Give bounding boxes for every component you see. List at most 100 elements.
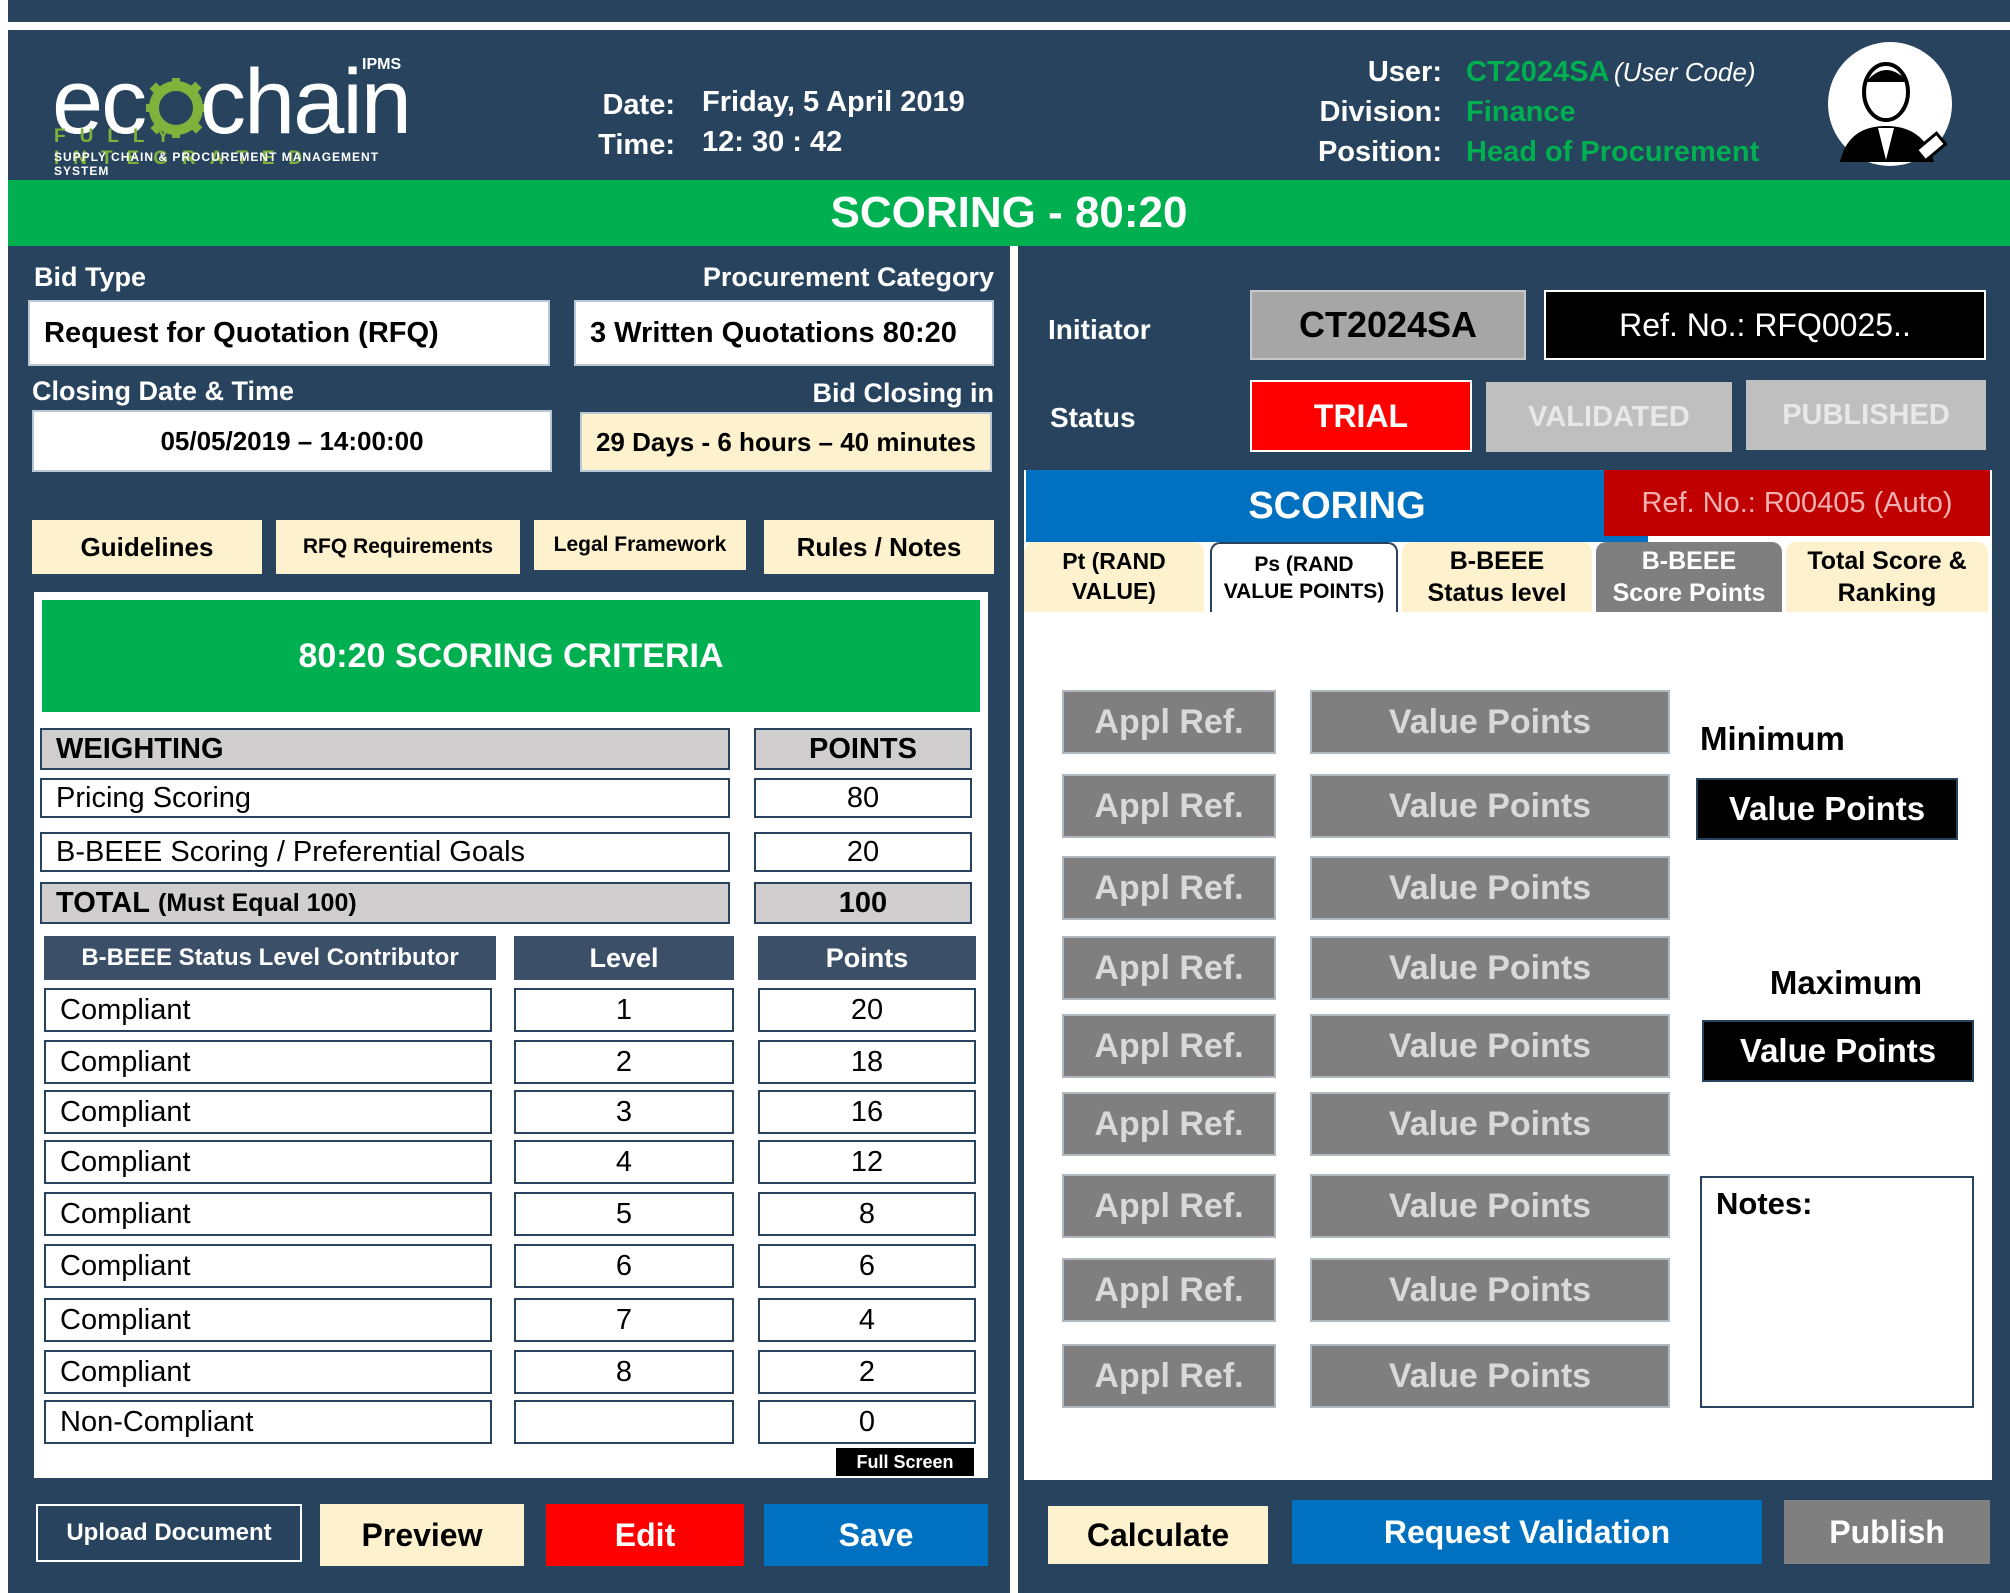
tab-ps-line2: VALUE POINTS) <box>1223 580 1385 603</box>
level-row-points[interactable]: 4 <box>758 1298 976 1342</box>
level-row-label: Compliant <box>44 1090 492 1134</box>
ecochain-logo: ec chain IPMS FULLY INTEGRATED SUPPLY CH… <box>52 56 412 178</box>
logo-subtitle: SUPPLY CHAIN & PROCUREMENT MANAGEMENT SY… <box>54 150 380 178</box>
initiator-value: CT2024SA <box>1250 290 1526 360</box>
value-points-field[interactable]: Value Points <box>1310 1092 1670 1156</box>
bid-closing-countdown: 29 Days - 6 hours – 40 minutes <box>580 412 992 472</box>
level-row-points[interactable]: 8 <box>758 1192 976 1236</box>
level-row-points[interactable]: 20 <box>758 988 976 1032</box>
tab-score-line1: B-BEEE <box>1641 546 1737 575</box>
appl-ref-field[interactable]: Appl Ref. <box>1062 690 1276 754</box>
value-points-field[interactable]: Value Points <box>1310 1174 1670 1238</box>
user-code-value: CT2024SA <box>1466 56 1610 88</box>
level-row-level[interactable]: 2 <box>514 1040 734 1084</box>
status-published-badge[interactable]: PUBLISHED <box>1746 380 1986 450</box>
upload-document-button[interactable]: Upload Document <box>36 1504 302 1562</box>
level-row-points[interactable]: 16 <box>758 1090 976 1134</box>
weight-points-bbeee[interactable]: 20 <box>754 832 972 872</box>
ref-no-display: Ref. No.: RFQ0025.. <box>1544 290 1986 360</box>
level-row-points[interactable]: 0 <box>758 1400 976 1444</box>
tab-total-line1: Total Score & <box>1807 546 1967 575</box>
notes-box[interactable]: Notes: <box>1700 1176 1974 1408</box>
appl-ref-field[interactable]: Appl Ref. <box>1062 1258 1276 1322</box>
scoring-title: SCORING <box>1026 470 1648 542</box>
appl-ref-field[interactable]: Appl Ref. <box>1062 1174 1276 1238</box>
preview-button[interactable]: Preview <box>320 1504 524 1566</box>
level-row-points[interactable]: 12 <box>758 1140 976 1184</box>
value-points-field[interactable]: Value Points <box>1310 774 1670 838</box>
tab-pt-line2: VALUE) <box>1072 578 1156 604</box>
status-trial-badge[interactable]: TRIAL <box>1250 380 1472 452</box>
weighting-header: WEIGHTING <box>40 728 730 770</box>
position-value: Head of Procurement <box>1466 136 1760 168</box>
calculate-button[interactable]: Calculate <box>1048 1506 1268 1564</box>
closing-label: Closing Date & Time <box>32 376 295 406</box>
level-row-label: Compliant <box>44 1298 492 1342</box>
user-code: CT2024SA (User Code) <box>1466 56 1756 89</box>
proc-category-field[interactable]: 3 Written Quotations 80:20 <box>574 300 994 366</box>
scoring-ref-no: Ref. No.: R00405 (Auto) <box>1604 470 1990 536</box>
appl-ref-field[interactable]: Appl Ref. <box>1062 774 1276 838</box>
level-row-points[interactable]: 18 <box>758 1040 976 1084</box>
avatar[interactable] <box>1826 40 1954 174</box>
tab-bbeee-score-points[interactable]: B-BEEE Score Points <box>1596 542 1782 612</box>
maximum-label: Maximum <box>1769 964 1923 1001</box>
bid-type-label: Bid Type <box>34 262 147 292</box>
appl-ref-field[interactable]: Appl Ref. <box>1062 1092 1276 1156</box>
level-row-label: Compliant <box>44 1350 492 1394</box>
value-points-field[interactable]: Value Points <box>1310 856 1670 920</box>
page-title: SCORING - 80:20 <box>8 180 2010 246</box>
closing-date-field[interactable]: 05/05/2019 – 14:00:00 <box>32 410 552 472</box>
appl-ref-field[interactable]: Appl Ref. <box>1062 856 1276 920</box>
full-screen-button[interactable]: Full Screen <box>836 1448 974 1476</box>
level-row-level[interactable]: 5 <box>514 1192 734 1236</box>
weight-points-pricing[interactable]: 80 <box>754 778 972 818</box>
tab-status-line1: B-BEEE <box>1449 546 1545 575</box>
tab-pt-line1: Pt (RAND <box>1062 548 1166 575</box>
value-points-field[interactable]: Value Points <box>1310 1258 1670 1322</box>
bid-closing-label: Bid Closing in <box>812 378 995 408</box>
tab-ps-rand-value-points[interactable]: Ps (RAND VALUE POINTS) <box>1210 542 1398 612</box>
user-label: User: <box>1367 56 1442 88</box>
level-row-level[interactable]: 1 <box>514 988 734 1032</box>
level-row-level[interactable]: 4 <box>514 1140 734 1184</box>
status-points-header: Points <box>758 936 976 980</box>
tab-bbeee-status-level[interactable]: B-BEEE Status level <box>1402 542 1592 612</box>
appl-ref-field[interactable]: Appl Ref. <box>1062 936 1276 1000</box>
tab-total-score-ranking[interactable]: Total Score & Ranking <box>1786 542 1988 612</box>
user-code-note: (User Code) <box>1613 57 1756 87</box>
appl-ref-field[interactable]: Appl Ref. <box>1062 1344 1276 1408</box>
value-points-field[interactable]: Value Points <box>1310 1344 1670 1408</box>
level-row-points[interactable]: 6 <box>758 1244 976 1288</box>
bid-type-field[interactable]: Request for Quotation (RFQ) <box>28 300 550 366</box>
time-value: 12: 30 : 42 <box>702 126 843 158</box>
tab-pt-rand-value[interactable]: Pt (RAND VALUE) <box>1024 542 1204 612</box>
minimum-value-points[interactable]: Value Points <box>1696 778 1958 840</box>
value-points-field[interactable]: Value Points <box>1310 1014 1670 1078</box>
tab-legal-framework[interactable]: Legal Framework <box>534 520 746 570</box>
level-row-level[interactable]: 6 <box>514 1244 734 1288</box>
level-row-level[interactable]: 7 <box>514 1298 734 1342</box>
status-validated-badge[interactable]: VALIDATED <box>1486 382 1732 452</box>
division-value: Finance <box>1466 96 1576 128</box>
publish-button[interactable]: Publish <box>1784 1500 1990 1564</box>
value-points-field[interactable]: Value Points <box>1310 936 1670 1000</box>
save-button[interactable]: Save <box>764 1504 988 1566</box>
maximum-value-points[interactable]: Value Points <box>1702 1020 1974 1082</box>
tab-rfq-requirements[interactable]: RFQ Requirements <box>276 520 520 574</box>
level-row-level[interactable]: 3 <box>514 1090 734 1134</box>
tab-guidelines[interactable]: Guidelines <box>32 520 262 574</box>
level-row-level[interactable] <box>514 1400 734 1444</box>
level-row-points[interactable]: 2 <box>758 1350 976 1394</box>
appl-ref-field[interactable]: Appl Ref. <box>1062 1014 1276 1078</box>
level-row-label: Compliant <box>44 1140 492 1184</box>
level-row-label: Compliant <box>44 1192 492 1236</box>
tab-score-line2: Score Points <box>1612 579 1766 607</box>
criteria-title: 80:20 SCORING CRITERIA <box>42 600 980 712</box>
level-row-level[interactable]: 8 <box>514 1350 734 1394</box>
request-validation-button[interactable]: Request Validation <box>1292 1500 1762 1564</box>
value-points-field[interactable]: Value Points <box>1310 690 1670 754</box>
scoring-criteria-card <box>32 590 990 1480</box>
edit-button[interactable]: Edit <box>546 1504 744 1566</box>
tab-rules-notes[interactable]: Rules / Notes <box>764 520 994 574</box>
